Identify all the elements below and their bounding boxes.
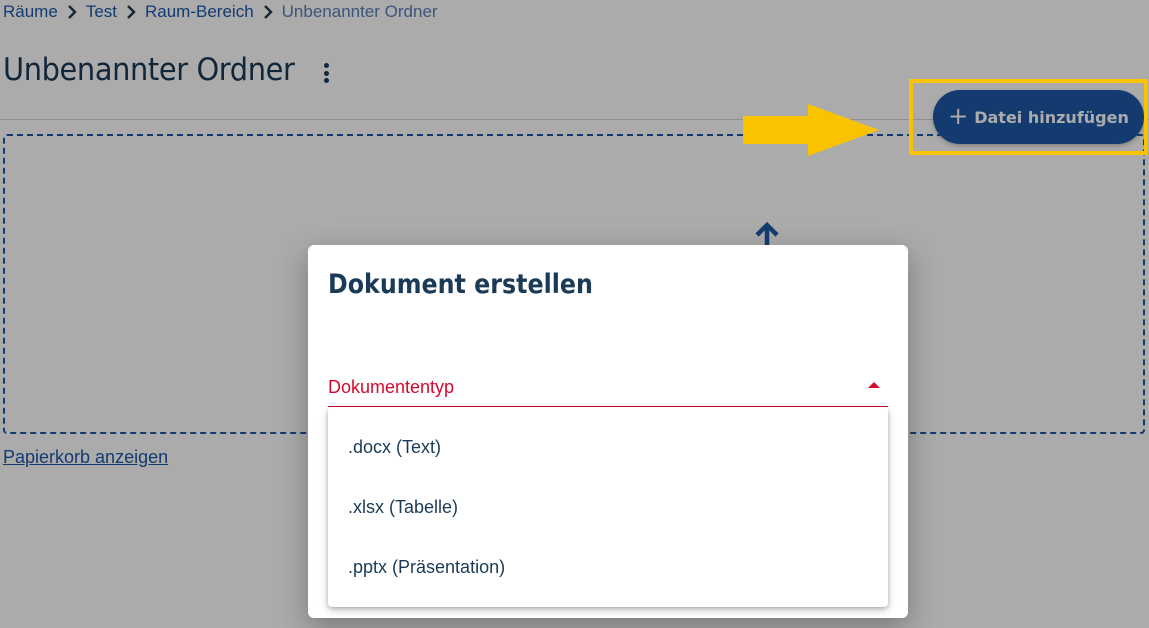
annotation-highlight-box xyxy=(909,79,1148,155)
document-type-select[interactable]: Dokumententyp xyxy=(328,371,888,407)
create-document-dialog: Dokument erstellen Dokumententyp .docx (… xyxy=(308,245,908,618)
document-type-label: Dokumententyp xyxy=(328,377,455,397)
option-docx[interactable]: .docx (Text) xyxy=(328,417,888,477)
option-pptx[interactable]: .pptx (Präsentation) xyxy=(328,537,888,597)
option-xlsx[interactable]: .xlsx (Tabelle) xyxy=(328,477,888,537)
caret-up-icon xyxy=(868,382,880,388)
document-type-menu: .docx (Text) .xlsx (Tabelle) .pptx (Präs… xyxy=(328,407,888,607)
annotation-arrow-icon xyxy=(743,104,879,156)
dialog-title: Dokument erstellen xyxy=(328,269,593,300)
